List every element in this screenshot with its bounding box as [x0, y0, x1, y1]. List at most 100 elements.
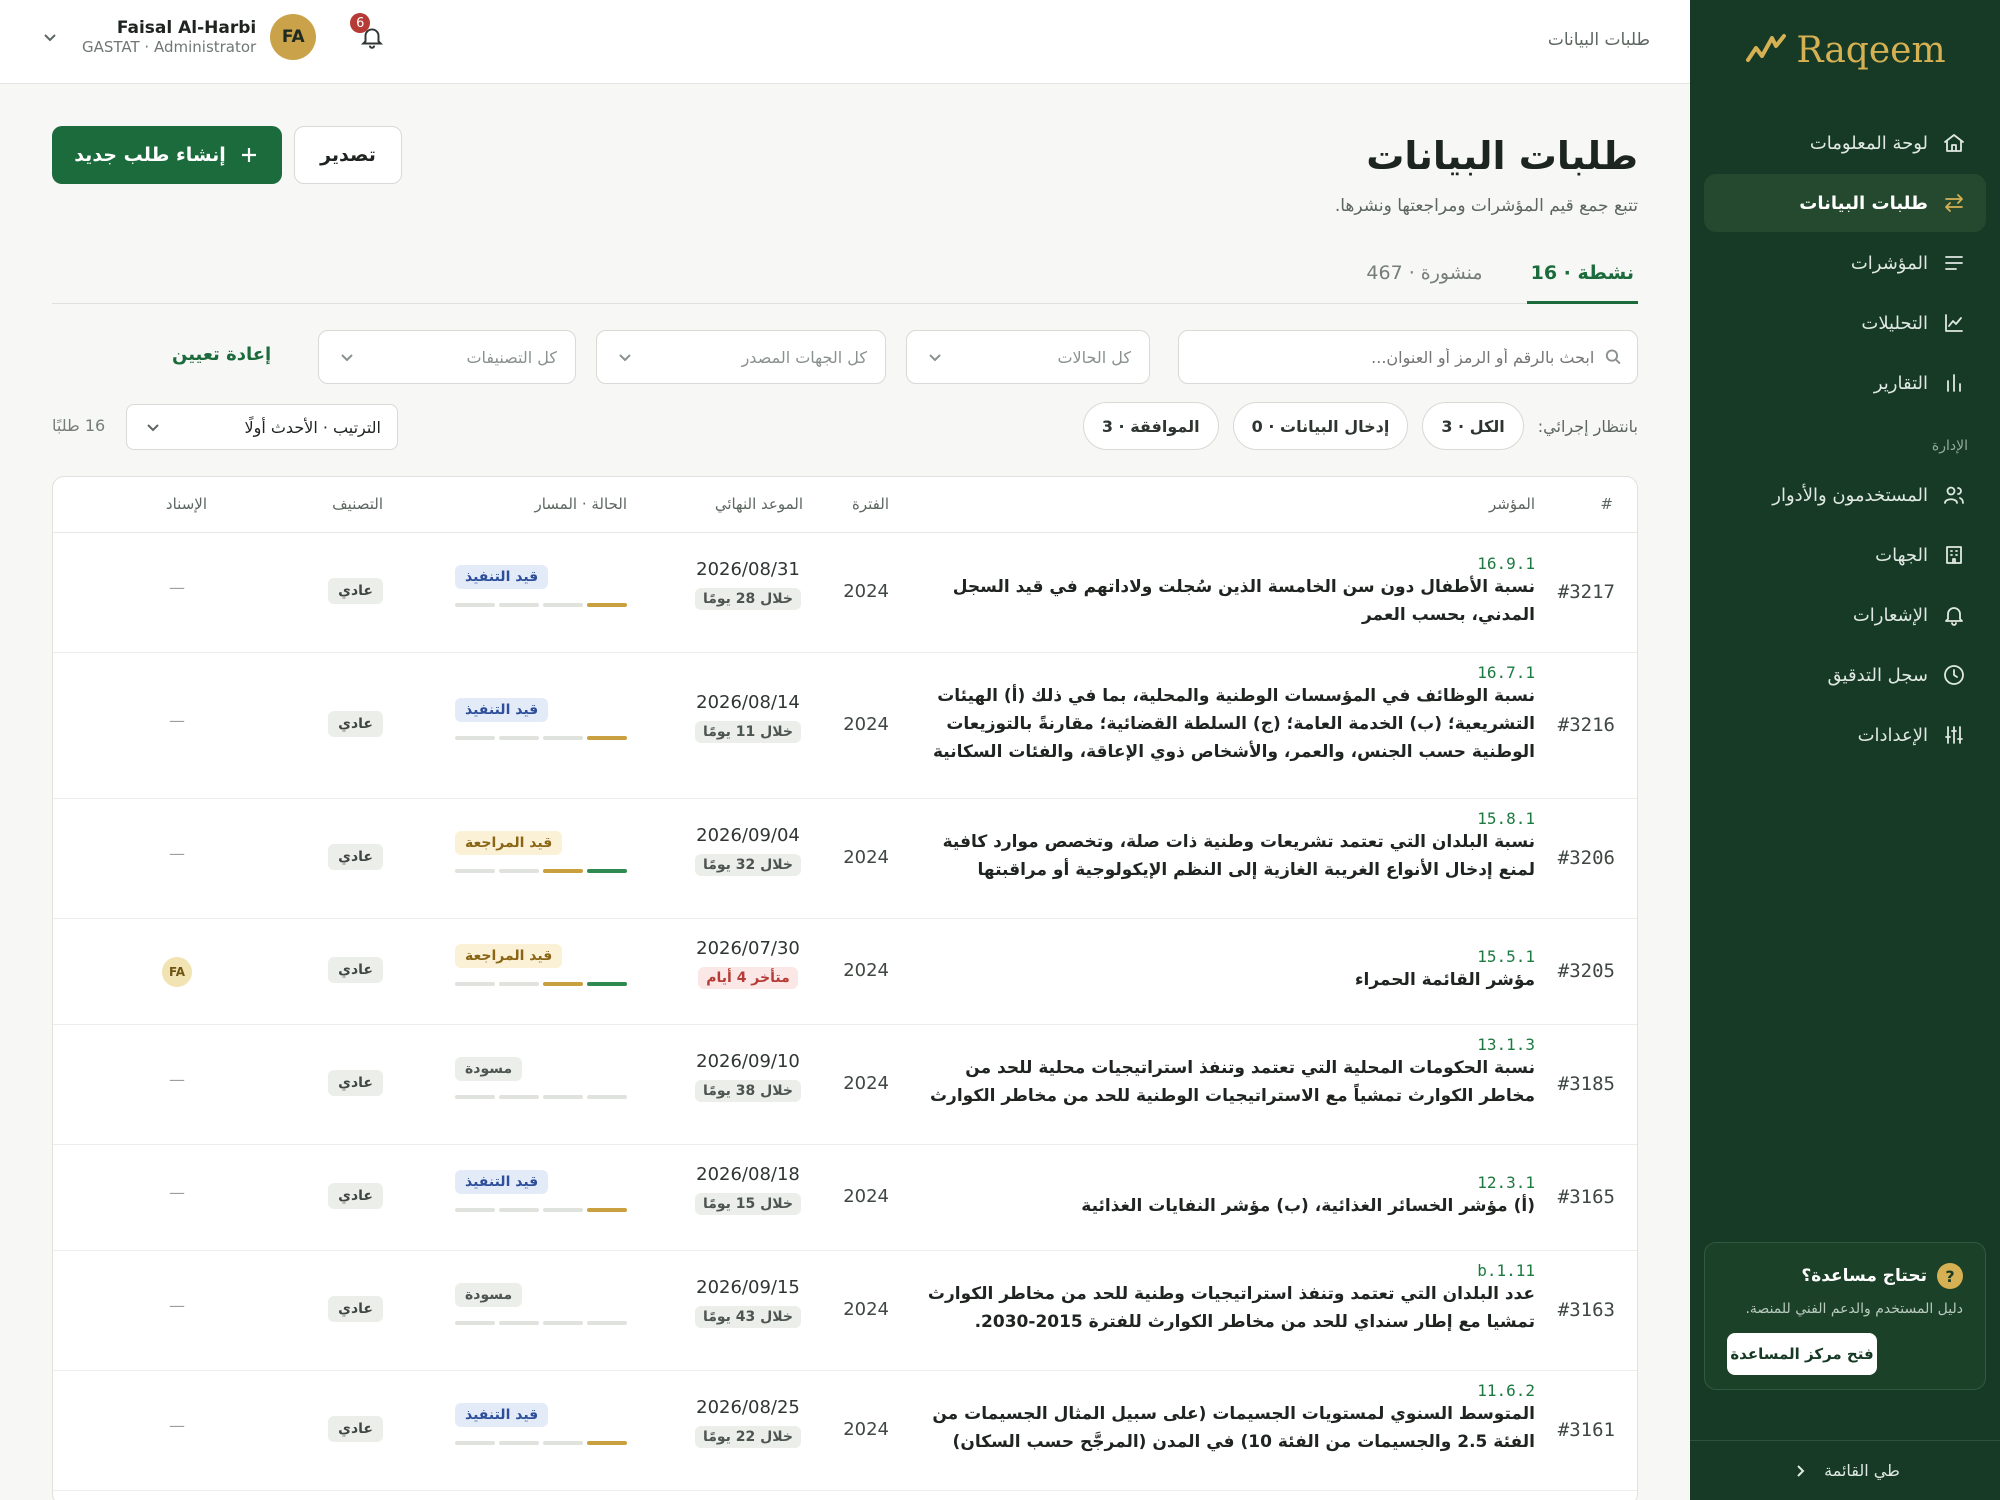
assignee-cell[interactable]: — [157, 1296, 197, 1315]
table-row[interactable]: #3163 11.b.1 عدد البلدان التي تعتمد وتنف… [53, 1251, 1637, 1371]
table-row[interactable]: #3216 16.7.1 نسبة الوظائف في المؤسسات ال… [53, 653, 1637, 799]
raqeem-logo-icon [1746, 34, 1787, 62]
filters-bar: كل الحالات كل الجهات المصدر كل التصنيفات… [52, 330, 1638, 384]
classification-cell: عادي [328, 1183, 383, 1209]
tab-active[interactable]: نشطة · 16 [1526, 254, 1638, 304]
table-row[interactable]: #3205 15.5.1 مؤشر القائمة الحمراء 2024 2… [53, 919, 1637, 1025]
progress-segment [455, 1441, 495, 1445]
create-request-button[interactable]: إنشاء طلب جديد [52, 126, 282, 184]
source-filter-select[interactable]: كل الجهات المصدر [596, 330, 886, 384]
classification-filter-select[interactable]: كل التصنيفات [318, 330, 576, 384]
sidebar-item-label: المستخدمون والأدوار [1772, 484, 1928, 506]
deadline-date: 2026/08/31 [696, 559, 800, 580]
open-help-center-button[interactable]: فتح مركز المساعدة [1727, 1333, 1877, 1375]
classification-badge: عادي [328, 711, 383, 737]
search-input[interactable] [1193, 347, 1595, 367]
table-row[interactable]: #3217 16.9.1 نسبة الأطفال دون سن الخامسة… [53, 533, 1637, 653]
progress-segment [543, 736, 583, 740]
sidebar-item-users-roles[interactable]: المستخدمون والأدوار [1704, 466, 1986, 524]
indicator-cell[interactable]: 11.b.1 عدد البلدان التي تعتمد وتنفذ استر… [915, 1261, 1535, 1336]
indicator-code: 13.1.3 [1477, 1035, 1535, 1054]
breadcrumb[interactable]: طلبات البيانات [1548, 30, 1650, 50]
progress-segment [543, 982, 583, 986]
brand-logo[interactable]: Raqeem [1690, 0, 2000, 100]
deadline-cell: 2026/09/04 خلال 32 يومًا [693, 825, 803, 876]
indicator-name: نسبة الوظائف في المؤسسات الوطنية والمحلي… [932, 686, 1535, 762]
reset-filters-link[interactable]: إعادة تعيين [172, 344, 271, 365]
table-row[interactable]: #3206 15.8.1 نسبة البلدان التي تعتمد تشر… [53, 799, 1637, 919]
notifications-button[interactable]: 6 [350, 13, 392, 57]
chip-data-entry[interactable]: إدخال البيانات · 0 [1232, 402, 1409, 450]
sidebar-item-analytics[interactable]: التحليلات [1704, 294, 1986, 352]
assignee-cell[interactable]: — [157, 578, 197, 597]
status-badge: مسودة [455, 1283, 523, 1307]
request-id[interactable]: #3163 [1558, 1299, 1615, 1321]
sidebar-item-audit-log[interactable]: سجل التدقيق [1704, 646, 1986, 704]
sidebar-item-settings[interactable]: الإعدادات [1704, 706, 1986, 764]
search-box[interactable] [1178, 330, 1638, 384]
sidebar-item-indicators[interactable]: المؤشرات [1704, 234, 1986, 292]
request-id[interactable]: #3216 [1558, 714, 1615, 736]
indicator-cell[interactable]: 16.7.1 نسبة الوظائف في المؤسسات الوطنية … [915, 663, 1535, 766]
admin-section-label: الإدارة [1931, 438, 1968, 454]
deadline-date: 2026/08/18 [696, 1164, 800, 1185]
assignee-cell[interactable]: FA [157, 957, 197, 987]
workflow-progress [455, 589, 627, 607]
assignee-cell[interactable]: — [157, 1070, 197, 1089]
deadline-cell: 2026/09/10 خلال 38 يومًا [693, 1051, 803, 1102]
progress-segment [499, 1095, 539, 1099]
arrows-exchange-icon [1942, 191, 1966, 215]
request-id[interactable]: #3205 [1558, 960, 1615, 982]
period: 2024 [843, 1186, 889, 1207]
chevron-down-icon[interactable] [40, 27, 60, 47]
days-remaining-badge: خلال 32 يومًا [694, 854, 802, 876]
assignee-cell[interactable]: — [157, 844, 197, 863]
indicator-cell[interactable]: 13.1.3 نسبة الحكومات المحلية التي تعتمد … [915, 1035, 1535, 1110]
line-chart-icon [1942, 311, 1966, 335]
indicator-cell[interactable]: 15.8.1 نسبة البلدان التي تعتمد تشريعات و… [915, 809, 1535, 884]
sidebar-item-dashboard[interactable]: لوحة المعلومات [1704, 114, 1986, 172]
sidebar-item-data-requests[interactable]: طلبات البيانات [1704, 174, 1986, 232]
request-id[interactable]: #3165 [1558, 1186, 1615, 1208]
status-badge: قيد التنفيذ [455, 698, 549, 722]
request-id[interactable]: #3161 [1558, 1419, 1615, 1441]
table-row[interactable]: #3185 13.1.3 نسبة الحكومات المحلية التي … [53, 1025, 1637, 1145]
assignee-cell[interactable]: — [157, 1416, 197, 1435]
tab-published[interactable]: منشورة · 467 [1362, 254, 1486, 304]
avatar[interactable]: FA [270, 14, 317, 60]
indicator-cell[interactable]: 11.6.2 المتوسط السنوي لمستويات الجسيمات … [915, 1381, 1535, 1456]
export-button[interactable]: تصدير [294, 126, 402, 184]
header-period: الفترة [852, 495, 889, 513]
table-row[interactable]: #3165 12.3.1 (أ) مؤشر الخسائر الغذائية، … [53, 1145, 1637, 1251]
assignee-cell[interactable]: — [157, 711, 197, 730]
sidebar-admin-nav: المستخدمون والأدوار الجهات الإشعارات سجل… [1690, 466, 2000, 764]
classification-badge: عادي [328, 1296, 383, 1322]
sidebar-item-entities[interactable]: الجهات [1704, 526, 1986, 584]
status-filter-select[interactable]: كل الحالات [906, 330, 1150, 384]
sidebar-item-notifications[interactable]: الإشعارات [1704, 586, 1986, 644]
progress-segment [499, 603, 539, 607]
indicator-cell[interactable]: 12.3.1 (أ) مؤشر الخسائر الغذائية، (ب) مؤ… [915, 1173, 1535, 1220]
collapse-sidebar-button[interactable]: طي القائمة [1690, 1440, 2000, 1500]
assignee-cell[interactable]: — [157, 1183, 197, 1202]
header-deadline: الموعد النهائي [714, 495, 803, 513]
assignee-avatar[interactable]: FA [162, 957, 192, 987]
request-id[interactable]: #3206 [1558, 847, 1615, 869]
sort-select[interactable]: الترتيب · الأحدث أولًا [126, 404, 398, 450]
period: 2024 [843, 847, 889, 868]
chip-all[interactable]: الكل · 3 [1422, 402, 1524, 450]
period: 2024 [843, 1419, 889, 1440]
chip-approval[interactable]: الموافقة · 3 [1082, 402, 1219, 450]
indicator-cell[interactable]: 16.9.1 نسبة الأطفال دون سن الخامسة الذين… [915, 554, 1535, 629]
request-id[interactable]: #3217 [1558, 581, 1615, 603]
table-row[interactable]: #3161 11.6.2 المتوسط السنوي لمستويات الج… [53, 1371, 1637, 1491]
request-id[interactable]: #3185 [1558, 1073, 1615, 1095]
user-menu[interactable]: Faisal Al-Harbi GASTAT · Administrator F… [40, 13, 392, 60]
bar-chart-icon [1942, 371, 1966, 395]
indicator-code: 11.b.1 [1477, 1261, 1535, 1280]
indicator-cell[interactable]: 15.5.1 مؤشر القائمة الحمراء [915, 947, 1535, 994]
sidebar-item-reports[interactable]: التقارير [1704, 354, 1986, 412]
status-cell: قيد التنفيذ [455, 1403, 627, 1445]
progress-segment [455, 603, 495, 607]
main-content: طلبات البيانات تتبع جمع قيم المؤشرات ومر… [0, 84, 1690, 1500]
